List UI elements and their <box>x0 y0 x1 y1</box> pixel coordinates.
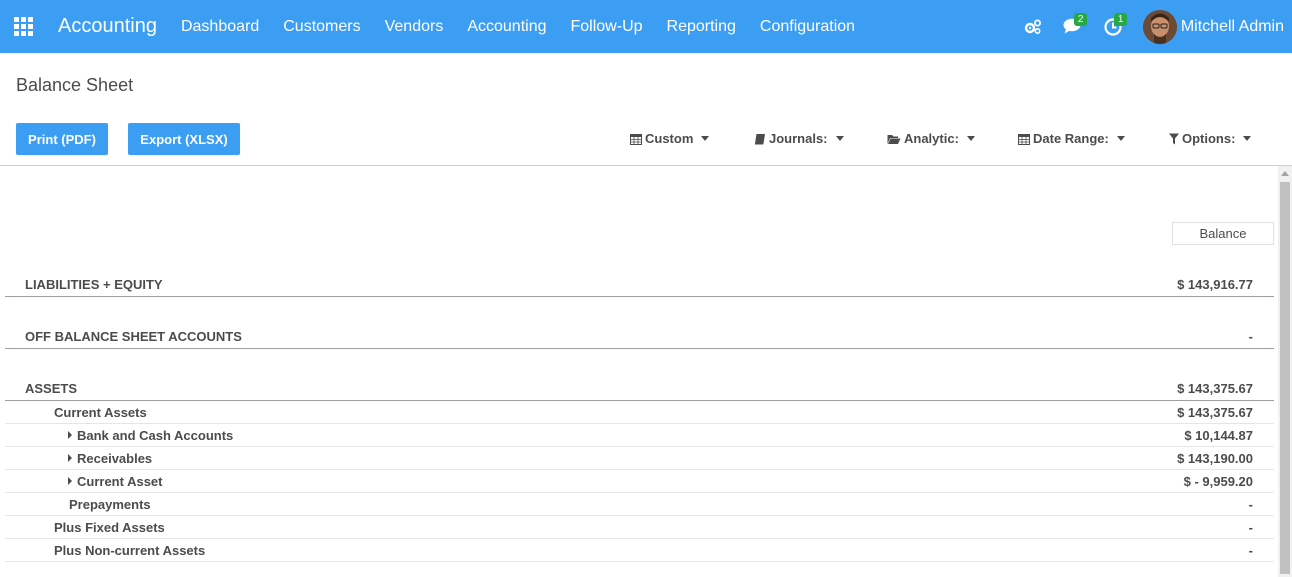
caret-down-icon <box>835 136 844 141</box>
menu-item-vendors[interactable]: Vendors <box>373 0 456 53</box>
analytic-filter-label: Analytic: <box>904 131 959 146</box>
line-label: Current Asset <box>77 473 163 489</box>
menu-item-configuration[interactable]: Configuration <box>748 0 867 53</box>
caret-right-icon[interactable] <box>68 431 72 439</box>
caret-down-icon <box>701 136 710 141</box>
line-balance: - <box>1248 519 1253 535</box>
report-line-bank-and-cash[interactable]: Bank and Cash Accounts $ 10,144.87 <box>5 424 1274 447</box>
debug-tools-button[interactable] <box>1013 0 1053 53</box>
menu-item-customers[interactable]: Customers <box>271 0 372 53</box>
line-label: ASSETS <box>25 381 78 396</box>
top-navbar: Accounting Dashboard Customers Vendors A… <box>0 0 1292 53</box>
apps-icon <box>13 17 33 36</box>
gears-icon <box>1024 19 1041 34</box>
line-balance: - <box>1248 542 1253 558</box>
line-balance: $ 143,375.67 <box>1177 381 1253 396</box>
user-name: Mitchell Admin <box>1180 17 1284 35</box>
line-balance: $ 143,190.00 <box>1177 450 1253 466</box>
report-line-current-asset[interactable]: Current Asset $ - 9,959.20 <box>5 470 1274 493</box>
report-line-prepayments[interactable]: Prepayments - <box>5 493 1274 516</box>
line-label: Prepayments <box>69 496 151 512</box>
custom-filter-dropdown[interactable]: Custom <box>630 131 710 146</box>
menu-item-follow-up[interactable]: Follow-Up <box>559 0 655 53</box>
filter-icon <box>1169 133 1179 144</box>
options-filter-label: Options: <box>1182 131 1236 146</box>
line-balance: - <box>1248 496 1253 512</box>
user-menu[interactable]: Mitchell Admin <box>1142 9 1284 44</box>
calendar-icon <box>1018 133 1030 145</box>
analytic-filter-dropdown[interactable]: Analytic: <box>887 131 975 146</box>
messages-button[interactable]: 2 <box>1053 0 1093 53</box>
line-label: Receivables <box>77 450 153 466</box>
line-balance: - <box>1248 329 1253 344</box>
print-pdf-button[interactable]: Print (PDF) <box>16 123 108 155</box>
journals-filter-dropdown[interactable]: Journals: <box>754 131 844 146</box>
caret-down-icon <box>1243 136 1252 141</box>
line-balance: $ 10,144.87 <box>1184 427 1253 443</box>
apps-menu-button[interactable] <box>0 0 46 53</box>
scrollbar-thumb[interactable] <box>1280 182 1290 574</box>
line-label: Bank and Cash Accounts <box>77 427 234 443</box>
calendar-icon <box>630 133 642 145</box>
journals-filter-label: Journals: <box>769 131 828 146</box>
line-balance: $ - 9,959.20 <box>1183 473 1253 489</box>
report-line-liabilities-equity[interactable]: LIABILITIES + EQUITY $ 143,916.77 <box>5 273 1274 297</box>
report-line-plus-fixed-assets[interactable]: Plus Fixed Assets - <box>5 516 1274 539</box>
page-title: Balance Sheet <box>16 75 134 95</box>
scroll-up-icon[interactable] <box>1281 171 1289 176</box>
report-line-current-assets[interactable]: Current Assets $ 143,375.67 <box>5 401 1274 424</box>
report-line-off-balance-sheet[interactable]: OFF BALANCE SHEET ACCOUNTS - <box>5 325 1274 349</box>
options-filter-dropdown[interactable]: Options: <box>1169 131 1252 146</box>
main-menu: Dashboard Customers Vendors Accounting F… <box>169 0 867 53</box>
navbar-systray: 2 1 Mitchell Admin <box>1013 0 1284 53</box>
caret-down-icon <box>966 136 975 141</box>
app-brand[interactable]: Accounting <box>58 15 157 38</box>
line-label: OFF BALANCE SHEET ACCOUNTS <box>25 329 242 344</box>
custom-filter-label: Custom <box>645 131 694 146</box>
export-xlsx-button[interactable]: Export (XLSX) <box>128 123 240 155</box>
date-range-filter-label: Date Range: <box>1033 131 1109 146</box>
vertical-scrollbar[interactable] <box>1278 166 1292 577</box>
folder-open-icon <box>887 134 901 144</box>
activities-button[interactable]: 1 <box>1093 0 1133 53</box>
activities-count-badge: 1 <box>1113 13 1128 26</box>
messages-count-badge: 2 <box>1073 13 1088 26</box>
caret-right-icon[interactable] <box>68 454 72 462</box>
line-balance: $ 143,916.77 <box>1177 277 1253 292</box>
balance-column-header: Balance <box>1172 222 1274 245</box>
date-range-filter-dropdown[interactable]: Date Range: <box>1018 131 1125 146</box>
line-balance: $ 143,375.67 <box>1177 404 1253 420</box>
book-icon <box>755 133 765 144</box>
caret-down-icon <box>1116 136 1125 141</box>
line-label: Current Assets <box>54 404 147 420</box>
caret-right-icon[interactable] <box>68 477 72 485</box>
line-label: LIABILITIES + EQUITY <box>25 277 163 292</box>
menu-item-accounting[interactable]: Accounting <box>455 0 558 53</box>
report-line-receivables[interactable]: Receivables $ 143,190.00 <box>5 447 1274 470</box>
line-label: Plus Fixed Assets <box>54 519 165 535</box>
report-line-plus-non-current-assets[interactable]: Plus Non-current Assets - <box>5 539 1274 562</box>
report-line-assets[interactable]: ASSETS $ 143,375.67 <box>5 377 1274 401</box>
avatar <box>1142 9 1177 44</box>
menu-item-dashboard[interactable]: Dashboard <box>169 0 271 53</box>
menu-item-reporting[interactable]: Reporting <box>655 0 748 53</box>
control-panel-divider <box>0 165 1292 166</box>
line-label: Plus Non-current Assets <box>54 542 206 558</box>
